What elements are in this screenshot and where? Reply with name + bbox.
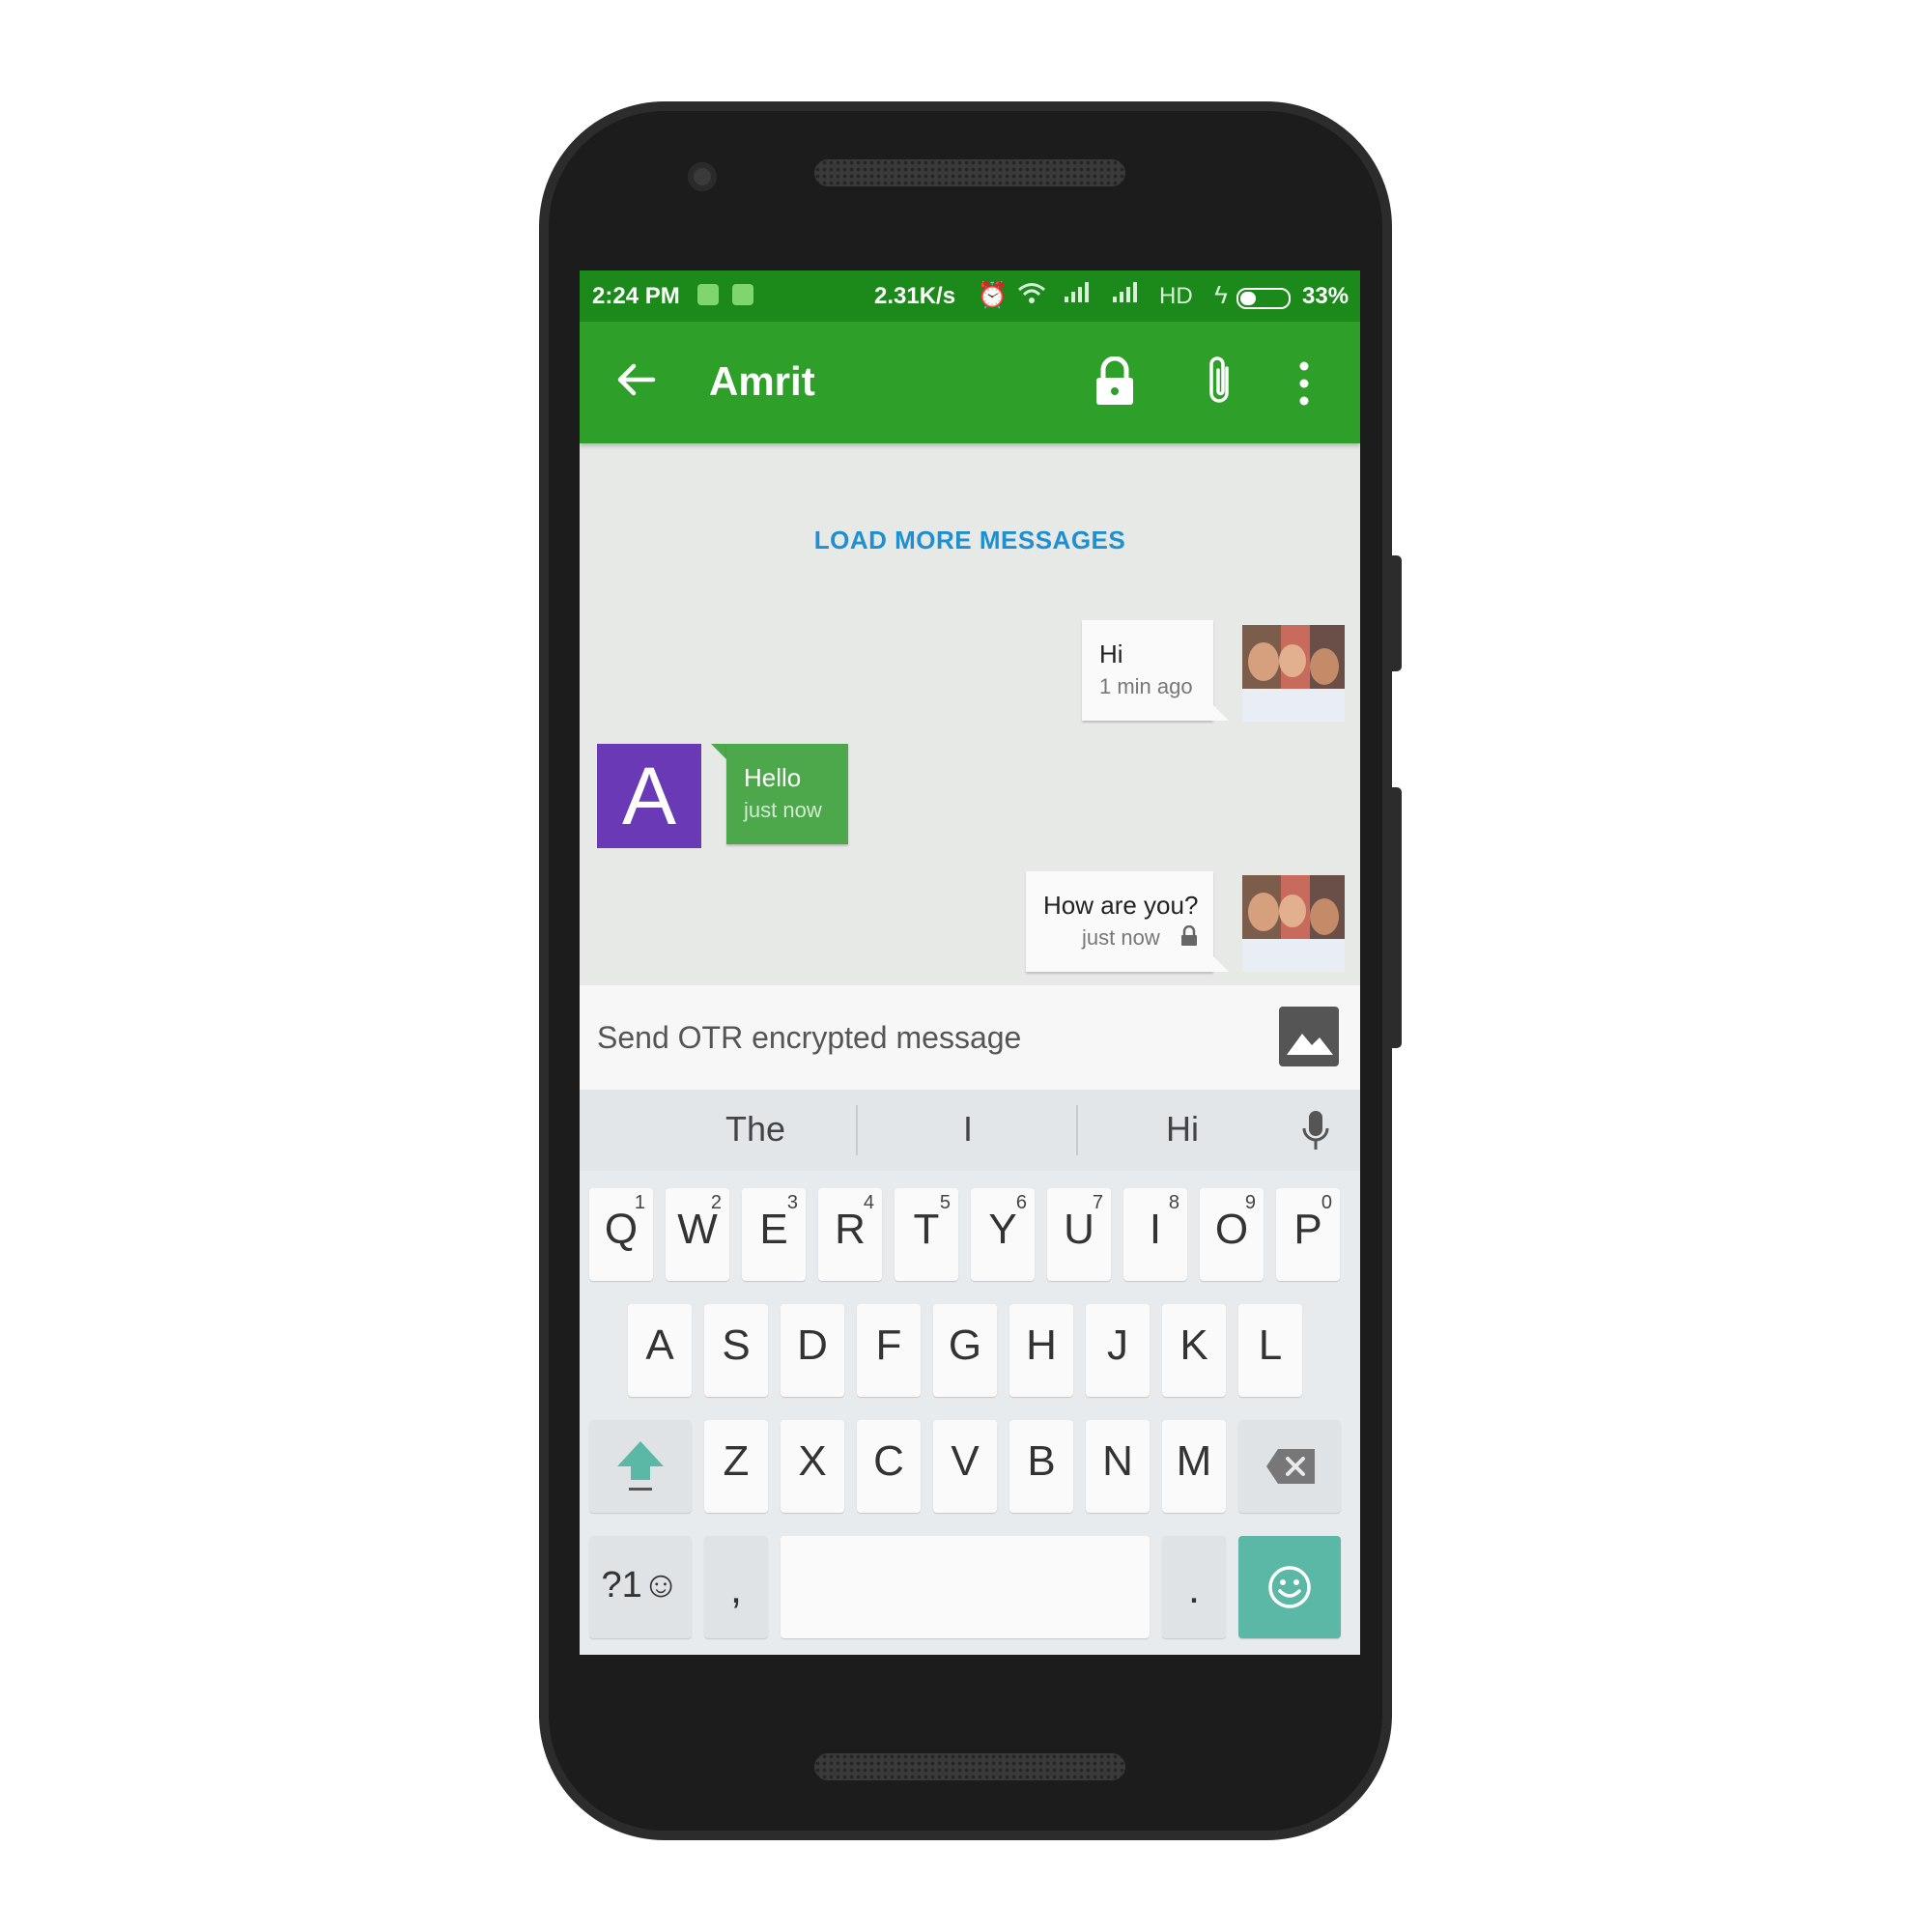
image-icon[interactable]: [1279, 1007, 1339, 1066]
bottom-speaker: [814, 1753, 1125, 1780]
keyboard: The I Hi 1Q 2W 3E 4R 5T 6Y 7U 8I 9O 0P A…: [580, 1090, 1360, 1655]
signal-icon: [1111, 281, 1138, 308]
key-o[interactable]: 9O: [1200, 1188, 1264, 1281]
key-v[interactable]: V: [933, 1420, 997, 1513]
key-s[interactable]: S: [704, 1304, 768, 1397]
top-speaker: [814, 159, 1125, 186]
battery-level: [1240, 292, 1256, 305]
key-q[interactable]: 1Q: [589, 1188, 653, 1281]
key-d[interactable]: D: [781, 1304, 844, 1397]
message-text: Hi: [1099, 639, 1123, 668]
key-m[interactable]: M: [1162, 1420, 1226, 1513]
key-b[interactable]: B: [1009, 1420, 1073, 1513]
back-arrow-icon[interactable]: [614, 358, 657, 401]
message-time: 1 min ago: [1099, 674, 1193, 698]
lock-icon[interactable]: [1094, 356, 1136, 407]
app-bar: Amrit: [580, 322, 1360, 443]
network-speed: 2.31K/s: [874, 283, 956, 309]
contact-name[interactable]: Amrit: [709, 358, 815, 405]
key-e[interactable]: 3E: [742, 1188, 806, 1281]
avatar[interactable]: [1242, 875, 1345, 972]
battery-percent: 33%: [1302, 283, 1350, 309]
key-h[interactable]: H: [1009, 1304, 1073, 1397]
message-input[interactable]: [597, 1016, 1254, 1059]
avatar[interactable]: [1242, 625, 1345, 722]
power-button: [1392, 787, 1402, 1048]
encrypted-lock-icon: [1181, 925, 1197, 946]
comma-key[interactable]: ,: [704, 1536, 768, 1638]
front-camera: [688, 162, 717, 191]
key-k[interactable]: K: [1162, 1304, 1226, 1397]
contact-avatar[interactable]: A: [597, 744, 701, 848]
suggestion[interactable]: The: [659, 1109, 852, 1150]
screen: 2:24 PM 2.31K/s ⏰ HD ϟ 33% Amrit LOAD MO…: [580, 270, 1360, 1655]
message-text: Hello: [744, 763, 802, 792]
key-c[interactable]: C: [857, 1420, 921, 1513]
smiley-icon: [1268, 1566, 1311, 1608]
wifi-icon: [1017, 281, 1045, 308]
space-key[interactable]: [781, 1536, 1150, 1638]
charging-icon: ϟ: [1214, 280, 1228, 309]
symbols-key[interactable]: ?1☺: [589, 1536, 692, 1638]
shift-arrow-icon: [617, 1441, 664, 1491]
divider: [1076, 1105, 1078, 1155]
period-key[interactable]: .: [1162, 1536, 1226, 1638]
key-a[interactable]: A: [628, 1304, 692, 1397]
microphone-icon[interactable]: [1300, 1109, 1331, 1153]
message-composer: [580, 985, 1360, 1090]
network-type: HD: [1159, 283, 1193, 309]
key-g[interactable]: G: [933, 1304, 997, 1397]
load-more-messages-button[interactable]: LOAD MORE MESSAGES: [580, 526, 1360, 555]
bubble-tail: [1213, 956, 1229, 972]
key-i[interactable]: 8I: [1123, 1188, 1187, 1281]
alarm-icon: ⏰: [977, 280, 1009, 309]
message-time: just now: [1082, 925, 1160, 950]
suggestion[interactable]: Hi: [1086, 1109, 1279, 1150]
backspace-key[interactable]: [1238, 1420, 1341, 1513]
key-y[interactable]: 6Y: [971, 1188, 1035, 1281]
message-text: How are you?: [1043, 891, 1199, 920]
key-n[interactable]: N: [1086, 1420, 1150, 1513]
key-w[interactable]: 2W: [666, 1188, 729, 1281]
key-x[interactable]: X: [781, 1420, 844, 1513]
key-p[interactable]: 0P: [1276, 1188, 1340, 1281]
outgoing-message[interactable]: How are you? just now: [1026, 871, 1213, 972]
key-z[interactable]: Z: [704, 1420, 768, 1513]
volume-button: [1392, 555, 1402, 671]
more-vert-icon[interactable]: [1294, 360, 1314, 407]
message-time: just now: [744, 798, 822, 822]
emoji-key[interactable]: [1238, 1536, 1341, 1638]
suggestion[interactable]: I: [871, 1109, 1065, 1150]
status-bar: 2:24 PM 2.31K/s ⏰ HD ϟ 33%: [580, 270, 1360, 322]
backspace-icon: [1266, 1449, 1315, 1484]
key-f[interactable]: F: [857, 1304, 921, 1397]
key-r[interactable]: 4R: [818, 1188, 882, 1281]
key-u[interactable]: 7U: [1047, 1188, 1111, 1281]
attachment-icon[interactable]: [1200, 355, 1238, 409]
suggestion-strip: The I Hi: [580, 1090, 1360, 1171]
battery-icon: [1236, 288, 1291, 309]
key-j[interactable]: J: [1086, 1304, 1150, 1397]
sim-notification-icon: [697, 284, 719, 305]
status-time: 2:24 PM: [592, 283, 680, 309]
bubble-tail: [1213, 705, 1229, 721]
outgoing-message[interactable]: Hi 1 min ago: [1082, 620, 1213, 721]
android-notification-icon: [732, 284, 753, 305]
incoming-message[interactable]: Hello just now: [726, 744, 848, 844]
shift-key[interactable]: [589, 1420, 692, 1513]
bubble-tail: [711, 744, 726, 759]
key-l[interactable]: L: [1238, 1304, 1302, 1397]
divider: [856, 1105, 858, 1155]
key-t[interactable]: 5T: [895, 1188, 958, 1281]
signal-icon: [1063, 281, 1090, 308]
